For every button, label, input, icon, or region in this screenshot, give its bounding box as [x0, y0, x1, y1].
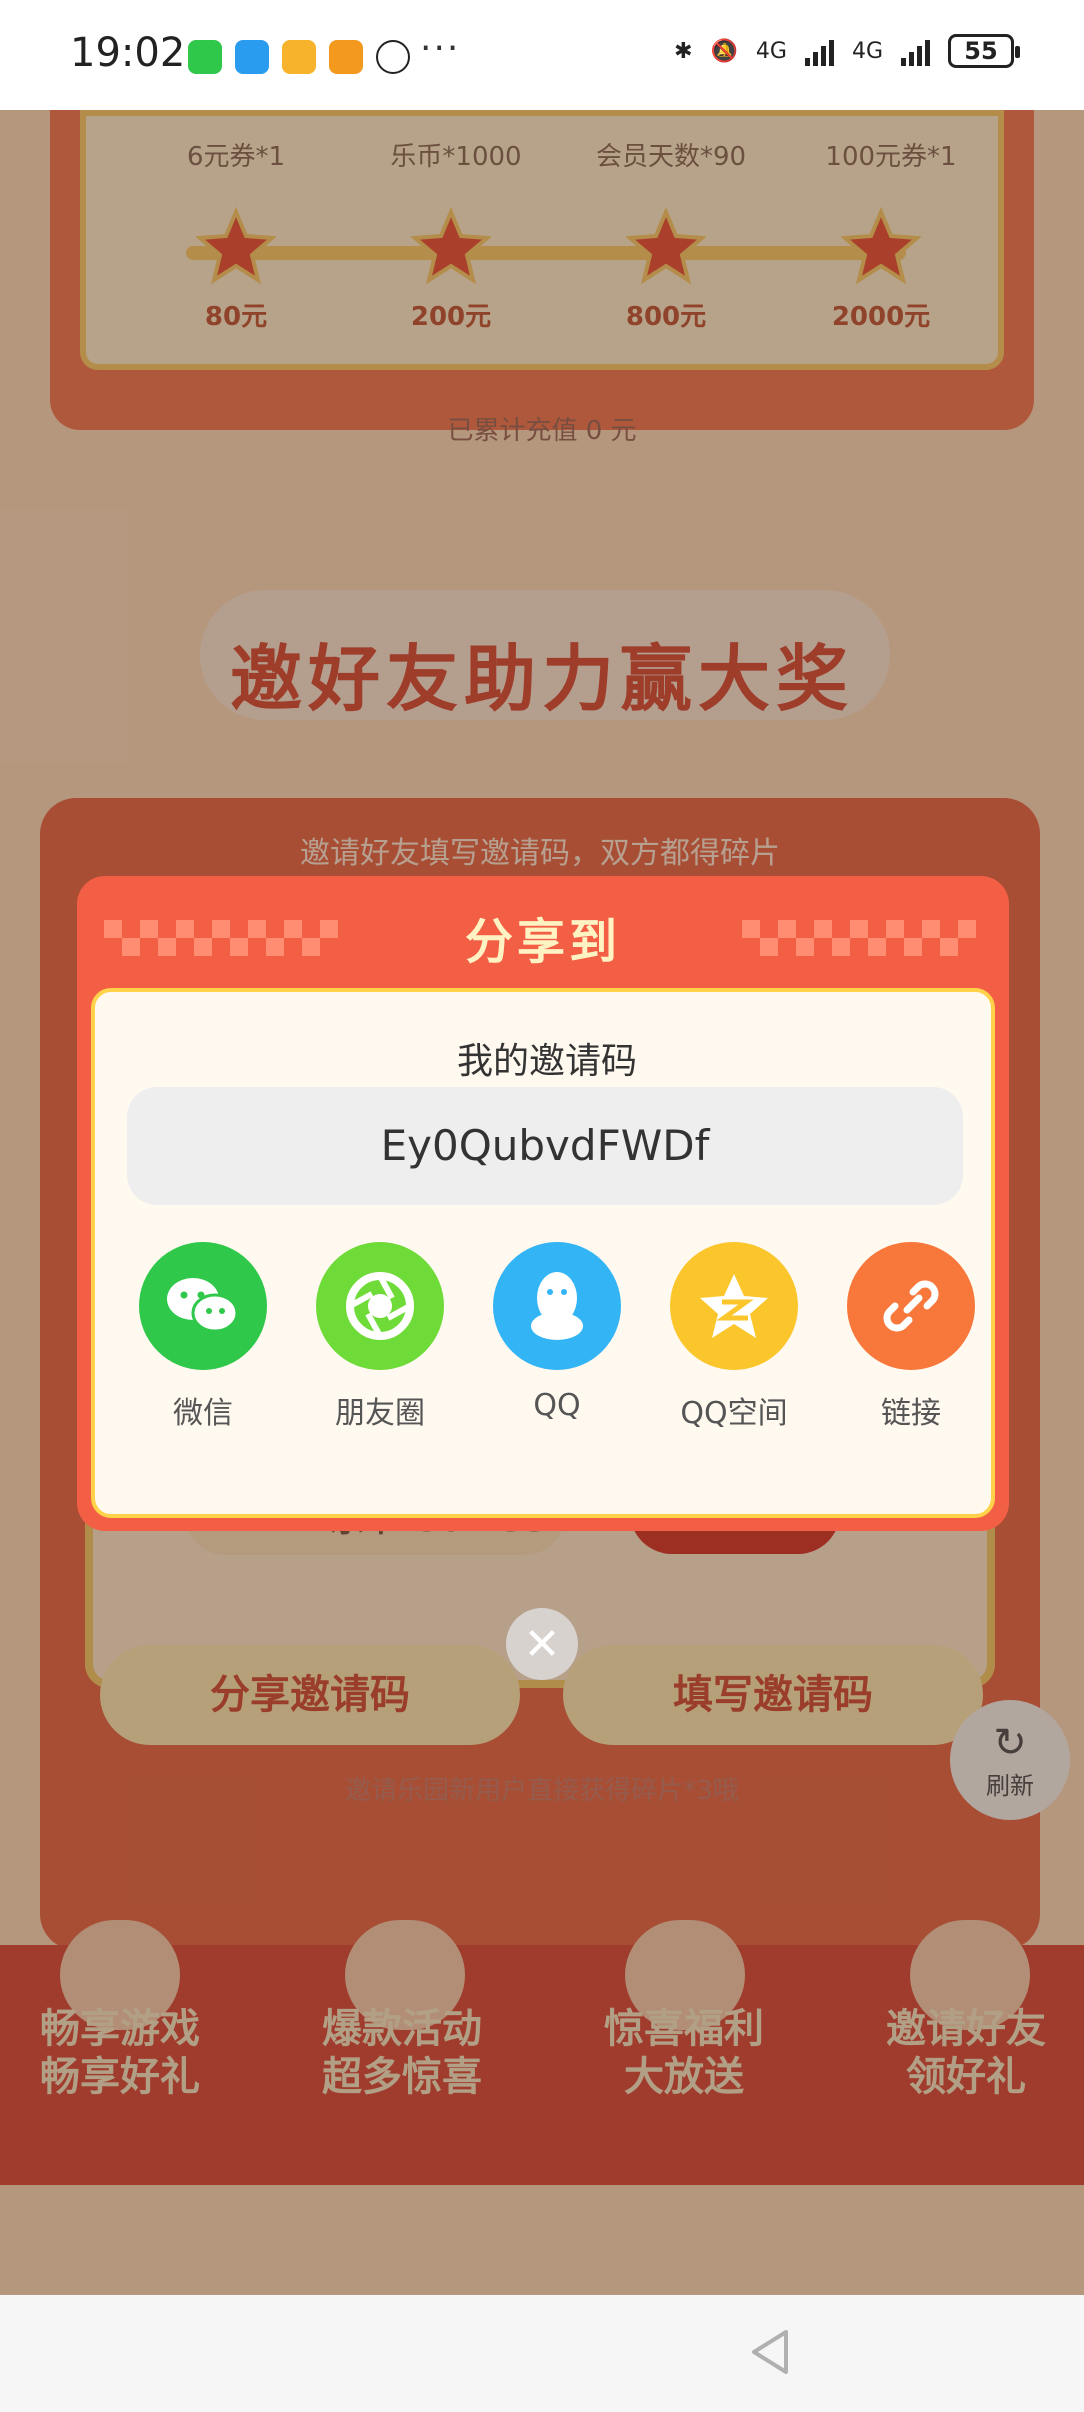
share-label: QQ	[533, 1388, 581, 1423]
mail-notification-icon	[282, 40, 316, 74]
wechat-notification-icon	[188, 40, 222, 74]
status-indicators: ✱ 🔕 4G 4G 55	[674, 34, 1020, 68]
share-label: 链接	[881, 1396, 941, 1431]
share-moments[interactable]: 朋友圈	[305, 1242, 455, 1432]
moments-icon	[316, 1242, 444, 1370]
share-label: 朋友圈	[335, 1396, 425, 1431]
qq-notification-icon	[376, 40, 410, 74]
close-modal-button[interactable]: ✕	[506, 1608, 578, 1680]
share-label: 微信	[173, 1396, 233, 1431]
share-label: QQ空间	[680, 1396, 788, 1431]
invite-code-label: 我的邀请码	[456, 1041, 637, 1082]
mute-icon: 🔕	[710, 38, 738, 64]
qzone-icon	[670, 1242, 798, 1370]
status-time: 19:02	[70, 30, 186, 76]
more-notifications-icon: ···	[420, 28, 461, 69]
network-label-2: 4G	[851, 38, 883, 64]
system-nav-bar	[0, 2295, 1084, 2412]
network-label-1: 4G	[755, 38, 787, 64]
signal-icon-1	[804, 36, 834, 66]
message-notification-icon	[235, 40, 269, 74]
close-icon: ✕	[523, 1618, 561, 1670]
back-button[interactable]	[748, 2328, 792, 2376]
status-bar: 19:02 ··· ✱ 🔕 4G 4G 55	[0, 0, 1084, 110]
bluetooth-icon: ✱	[674, 38, 693, 64]
share-link[interactable]: 链接	[836, 1242, 986, 1432]
signal-icon-2	[901, 36, 930, 66]
battery-icon: 55	[948, 34, 1020, 68]
share-qq[interactable]: QQ	[482, 1242, 632, 1423]
share-wechat[interactable]: 微信	[128, 1242, 278, 1432]
share-modal: 分享到 我的邀请码 Ey0QubvdFWDf 微信 朋友圈 QQ QQ空间 链接	[77, 876, 1009, 1531]
wechat-icon	[139, 1242, 267, 1370]
link-icon	[847, 1242, 975, 1370]
modal-title: 分享到	[464, 914, 621, 970]
app-notification-icon	[329, 40, 363, 74]
qq-icon	[493, 1242, 621, 1370]
share-qzone[interactable]: QQ空间	[659, 1242, 809, 1432]
invite-code-field[interactable]: Ey0QubvdFWDf	[127, 1087, 963, 1205]
modal-body: 我的邀请码 Ey0QubvdFWDf 微信 朋友圈 QQ QQ空间 链接	[91, 988, 995, 1518]
